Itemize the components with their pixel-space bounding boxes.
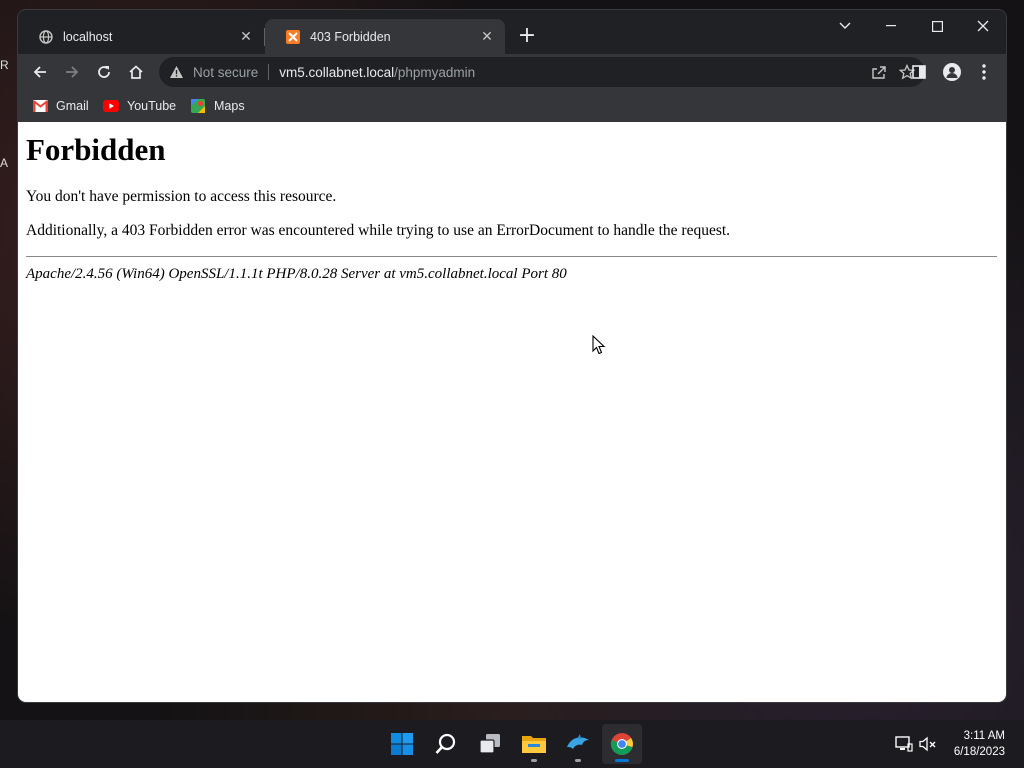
desktop-edge-text-1: R (0, 58, 9, 72)
forward-button[interactable] (58, 58, 86, 86)
tab-title: 403 Forbidden (310, 29, 391, 44)
page-title: Forbidden (26, 132, 166, 167)
home-button[interactable] (122, 58, 150, 86)
close-tab-icon[interactable]: ✕ (236, 27, 256, 47)
bookmark-gmail[interactable]: Gmail (32, 90, 89, 122)
toolbar: Not secure vm5.collabnet.local/phpmyadmi… (18, 54, 1006, 90)
tab-localhost[interactable]: localhost ✕ (18, 19, 264, 54)
bookmark-label: YouTube (127, 99, 177, 113)
minimize-button[interactable] (868, 10, 914, 42)
clock-time: 3:11 AM (963, 730, 1005, 742)
error-message: You don't have permission to access this… (26, 188, 337, 205)
tab-strip: localhost ✕ 403 Forbidden ✕ + (18, 10, 1006, 54)
system-clock[interactable]: 3:11 AM 6/18/2023 (954, 728, 1005, 760)
file-explorer-icon[interactable] (514, 724, 554, 764)
search-icon[interactable] (426, 724, 466, 764)
back-button[interactable] (26, 58, 54, 86)
side-panel-button[interactable] (905, 58, 933, 86)
page-content: Forbidden You don't have permission to a… (18, 122, 1006, 702)
bookmark-maps[interactable]: Maps (190, 90, 245, 122)
url-host[interactable]: vm5.collabnet.local (279, 65, 394, 80)
browser-window: localhost ✕ 403 Forbidden ✕ + Not secure… (18, 10, 1006, 702)
address-bar[interactable]: Not secure vm5.collabnet.local/phpmyadmi… (159, 57, 925, 87)
running-indicator (575, 759, 581, 762)
chrome-icon[interactable] (602, 724, 642, 764)
taskbar: 3:11 AM 6/18/2023 (0, 720, 1024, 768)
omnibox-divider (268, 64, 270, 80)
bookmarks-bar: Gmail YouTube Maps (18, 90, 1006, 123)
clock-date: 6/18/2023 (953, 746, 1005, 758)
warning-icon[interactable] (169, 64, 185, 80)
tab-403-forbidden[interactable]: 403 Forbidden ✕ (265, 19, 505, 54)
divider (26, 256, 997, 257)
profile-button[interactable] (938, 58, 966, 86)
dolphin-icon[interactable] (558, 724, 598, 764)
running-indicator (531, 759, 537, 762)
desktop-edge-text-2: A (0, 156, 9, 170)
xampp-icon (286, 29, 300, 44)
close-tab-icon[interactable]: ✕ (477, 27, 497, 47)
security-label[interactable]: Not secure (193, 65, 258, 80)
share-icon[interactable] (865, 65, 893, 79)
server-signature: Apache/2.4.56 (Win64) OpenSSL/1.1.1t PHP… (26, 266, 567, 282)
close-window-button[interactable] (960, 10, 1006, 42)
globe-icon (39, 29, 53, 44)
task-view-icon[interactable] (470, 724, 510, 764)
mouse-cursor-icon (592, 335, 606, 355)
reload-button[interactable] (90, 58, 118, 86)
bookmark-label: Maps (214, 99, 245, 113)
youtube-icon (103, 98, 119, 114)
network-icon[interactable] (894, 734, 914, 754)
new-tab-button[interactable]: + (516, 25, 538, 48)
volume-muted-icon[interactable] (918, 734, 938, 754)
tab-title: localhost (63, 29, 113, 44)
menu-kebab-icon[interactable] (970, 58, 998, 86)
tab-search-icon[interactable] (822, 10, 868, 42)
maps-icon (190, 98, 206, 114)
start-icon[interactable] (382, 724, 422, 764)
gmail-icon (32, 98, 48, 114)
bookmark-youtube[interactable]: YouTube (103, 90, 176, 122)
bookmark-label: Gmail (56, 99, 89, 113)
url-path[interactable]: /phpmyadmin (394, 65, 475, 80)
error-detail: Additionally, a 403 Forbidden error was … (26, 222, 731, 239)
maximize-button[interactable] (914, 10, 960, 42)
active-indicator (615, 759, 629, 762)
